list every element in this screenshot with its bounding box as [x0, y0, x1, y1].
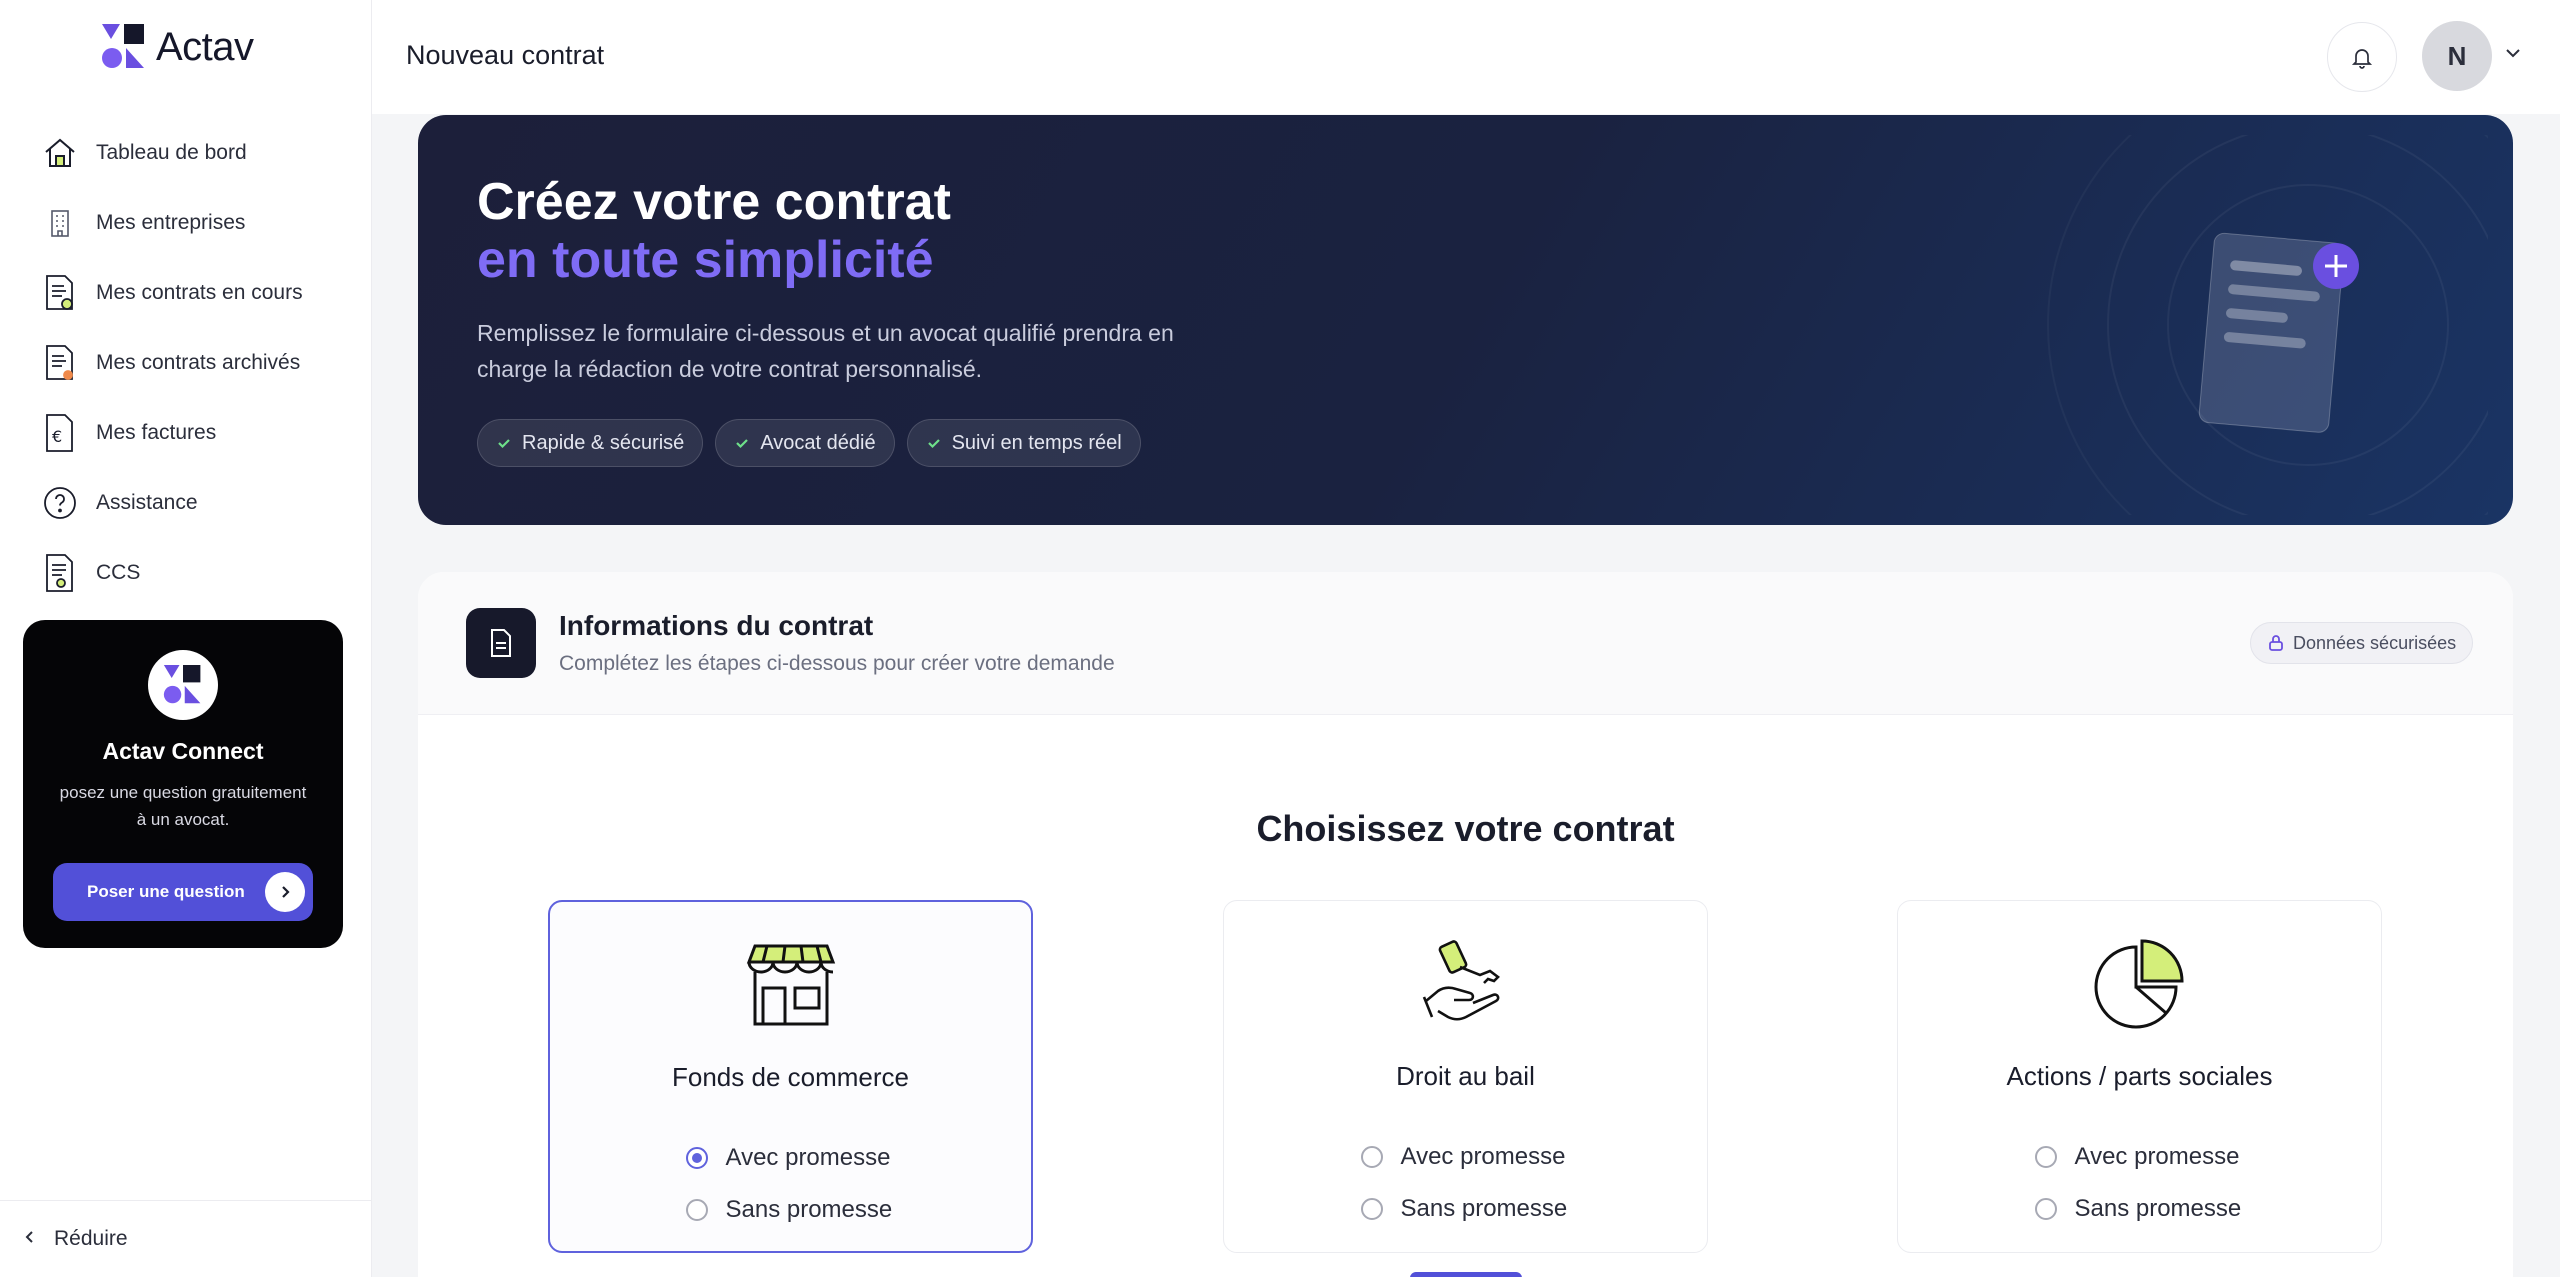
document-icon: [466, 608, 536, 678]
chevron-left-icon: [22, 1229, 38, 1250]
radio-dot[interactable]: [2034, 1198, 2057, 1220]
card-header: Informations du contrat Complétez les ét…: [418, 572, 2513, 715]
option-radio-group: Avec promesse Sans promesse: [550, 1132, 1031, 1236]
choose-contract-title: Choisissez votre contrat: [1256, 808, 1675, 849]
sidebar-item-invoices[interactable]: € Mes factures: [40, 398, 360, 468]
hero-title-line1: Créez votre contrat: [477, 173, 951, 231]
chevron-down-icon[interactable]: [2504, 44, 2522, 67]
secure-badge-label: Données sécurisées: [2293, 632, 2457, 653]
lock-icon: [2269, 635, 2283, 651]
connect-logo-icon: [148, 650, 218, 720]
sidebar: Actav Tableau de bord Mes entreprises Me…: [0, 0, 372, 1277]
hero-tag-label: Rapide & sécurisé: [522, 431, 685, 454]
sidebar-nav: Tableau de bord Mes entreprises Mes cont…: [40, 118, 360, 608]
hero-tag: Avocat dédié: [715, 419, 895, 467]
pie-chart-icon: [1898, 937, 2381, 1029]
invoice-icon: €: [40, 413, 80, 453]
contract-option-droit-au-bail[interactable]: Droit au bail Avec promesse Sans promess…: [1223, 900, 1708, 1253]
option-name: Droit au bail: [1396, 1061, 1535, 1091]
hero-subtitle: Remplissez le formulaire ci-dessous et u…: [477, 320, 1174, 382]
radio-label: Avec promesse: [1400, 1143, 1566, 1170]
radio-dot[interactable]: [685, 1147, 708, 1169]
sidebar-item-label: Mes contrats en cours: [96, 281, 303, 304]
radio-label: Avec promesse: [2074, 1143, 2240, 1170]
option-name: Actions / parts sociales: [2006, 1061, 2273, 1091]
connect-description: posez une question gratuitement à un avo…: [59, 783, 307, 829]
hero-tags: Rapide & sécurisé Avocat dédié Suivi en …: [477, 419, 1141, 467]
help-icon: [40, 483, 80, 523]
sidebar-item-ccs[interactable]: CCS: [40, 538, 360, 608]
radio-dot[interactable]: [1360, 1198, 1383, 1220]
check-icon: [498, 439, 510, 449]
notifications-button[interactable]: [2327, 22, 2397, 92]
storefront-icon: [550, 938, 1031, 1030]
logo-text: Actav: [156, 24, 254, 69]
collapse-sidebar-button[interactable]: Réduire: [0, 1200, 372, 1277]
key-in-hand-icon: [1224, 937, 1707, 1029]
radio-label: Sans promesse: [2074, 1195, 2242, 1222]
check-icon: [927, 439, 940, 449]
building-icon: [40, 203, 80, 243]
radio-sans-promesse[interactable]: Sans promesse: [1898, 1183, 2381, 1235]
sidebar-item-ongoing-contracts[interactable]: Mes contrats en cours: [40, 258, 360, 328]
sidebar-item-assistance[interactable]: Assistance: [40, 468, 360, 538]
document-illustration-icon: [2047, 135, 2488, 515]
hero-tag-label: Suivi en temps réel: [951, 431, 1122, 454]
radio-avec-promesse[interactable]: Avec promesse: [1224, 1131, 1707, 1183]
option-radio-group: Avec promesse Sans promesse: [1224, 1131, 1707, 1235]
radio-label: Avec promesse: [725, 1144, 891, 1171]
radio-avec-promesse[interactable]: Avec promesse: [550, 1132, 1031, 1184]
ask-question-label: Poser une question: [87, 882, 245, 901]
radio-label: Sans promesse: [1400, 1195, 1568, 1222]
sidebar-item-label: Mes entreprises: [96, 211, 246, 234]
sidebar-item-label: Tableau de bord: [96, 141, 247, 164]
sidebar-item-companies[interactable]: Mes entreprises: [40, 188, 360, 258]
chevron-right-icon: [265, 872, 305, 912]
hero-banner: Créez votre contrat en toute simplicité …: [418, 115, 2513, 525]
avatar[interactable]: N: [2422, 21, 2492, 91]
hero-tag: Suivi en temps réel: [906, 419, 1141, 467]
card-title: Informations du contrat: [559, 610, 874, 641]
card-subtitle: Complétez les étapes ci-dessous pour cré…: [559, 652, 1115, 675]
radio-sans-promesse[interactable]: Sans promesse: [1224, 1183, 1707, 1235]
contract-archive-icon: [40, 343, 80, 383]
bell-icon: [2351, 49, 2373, 69]
check-icon: [736, 439, 749, 449]
continue-button[interactable]: [1410, 1272, 1522, 1277]
sidebar-item-archived-contracts[interactable]: Mes contrats archivés: [40, 328, 360, 398]
sidebar-item-label: Mes factures: [96, 421, 217, 444]
sidebar-item-label: Assistance: [96, 491, 198, 514]
option-name: Fonds de commerce: [672, 1062, 909, 1092]
contract-pending-icon: [40, 273, 80, 313]
radio-label: Sans promesse: [725, 1196, 893, 1223]
radio-sans-promesse[interactable]: Sans promesse: [550, 1184, 1031, 1236]
radio-dot[interactable]: [2034, 1146, 2057, 1168]
radio-dot[interactable]: [1360, 1146, 1383, 1168]
home-icon: [40, 133, 80, 173]
page-title: Nouveau contrat: [406, 40, 605, 70]
secure-data-badge: Données sécurisées: [2250, 622, 2474, 664]
contract-option-actions-parts-sociales[interactable]: Actions / parts sociales Avec promesse S…: [1897, 900, 2382, 1253]
hero-tag-label: Avocat dédié: [760, 431, 876, 454]
app-logo[interactable]: Actav: [100, 24, 254, 70]
connect-title: Actav Connect: [102, 738, 264, 764]
top-header: Nouveau contrat N: [372, 0, 2560, 114]
svg-text:€: €: [52, 427, 62, 446]
hero-title-line2: en toute simplicité: [477, 231, 934, 289]
sidebar-item-label: Mes contrats archivés: [96, 351, 301, 374]
option-radio-group: Avec promesse Sans promesse: [1898, 1131, 2381, 1235]
actav-connect-card: Actav Connect posez une question gratuit…: [23, 620, 343, 948]
sidebar-item-label: CCS: [96, 561, 141, 584]
certificate-icon: [40, 553, 80, 593]
contract-option-fonds-de-commerce[interactable]: Fonds de commerce Avec promesse Sans pro…: [548, 900, 1033, 1253]
radio-avec-promesse[interactable]: Avec promesse: [1898, 1131, 2381, 1183]
collapse-label: Réduire: [54, 1227, 128, 1250]
ask-question-button[interactable]: Poser une question: [53, 863, 313, 921]
sidebar-item-dashboard[interactable]: Tableau de bord: [40, 118, 360, 188]
contract-info-card: Informations du contrat Complétez les ét…: [418, 572, 2513, 1277]
radio-dot[interactable]: [685, 1199, 708, 1221]
hero-tag: Rapide & sécurisé: [477, 419, 704, 467]
logo-mark-icon: [102, 24, 144, 68]
